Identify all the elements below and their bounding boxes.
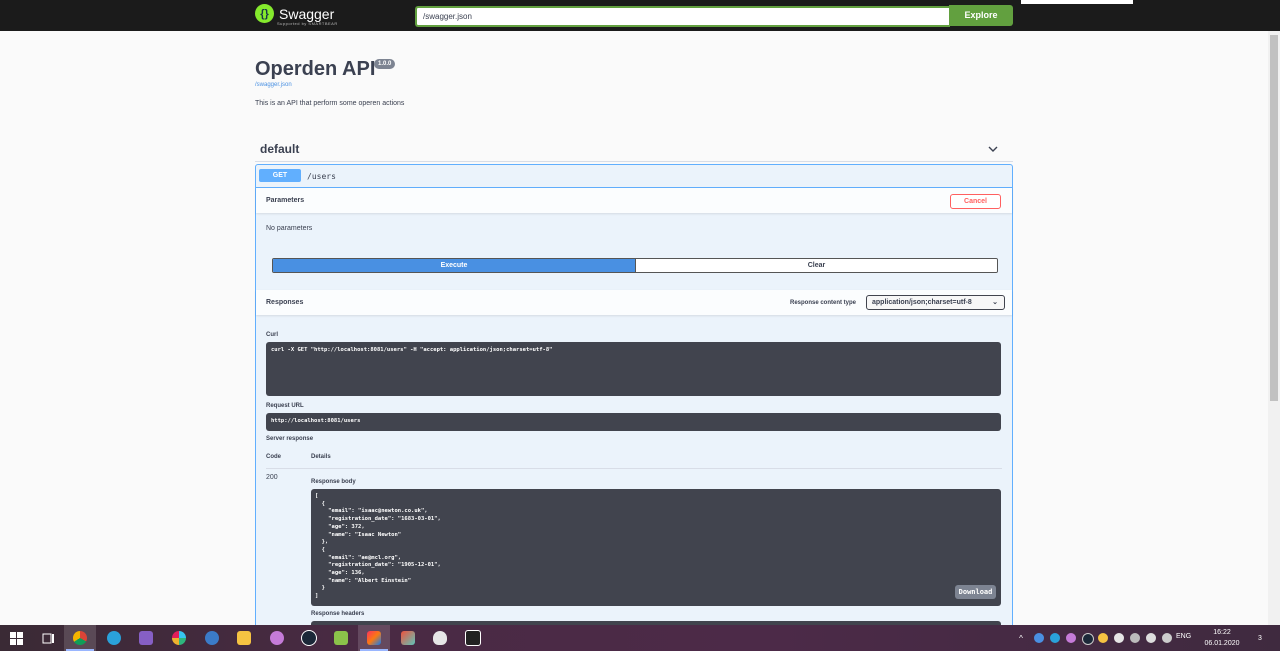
alienware-icon[interactable] xyxy=(424,625,456,651)
tray-power-icon[interactable] xyxy=(1098,633,1108,643)
swagger-logo[interactable]: {} Swagger Supported by SMARTBEAR xyxy=(255,4,337,26)
content-type-value: application/json;charset=utf-8 xyxy=(872,299,972,306)
response-body-block[interactable]: [ { "email": "isaac@newton.co.uk", "regi… xyxy=(311,489,1001,606)
api-title: Operden API xyxy=(255,58,376,80)
task-view-icon[interactable] xyxy=(32,625,64,651)
windows-start-icon[interactable] xyxy=(0,625,32,651)
clear-button[interactable]: Clear xyxy=(635,259,997,272)
download-button[interactable]: Download xyxy=(955,585,996,599)
explore-button[interactable]: Explore xyxy=(949,5,1013,26)
logo-text: Swagger xyxy=(279,5,335,22)
tray-app-icon[interactable] xyxy=(1034,633,1044,643)
telegram-icon[interactable] xyxy=(98,625,130,651)
request-url: http://localhost:8081/users xyxy=(271,418,361,424)
language-indicator[interactable]: ENG xyxy=(1176,633,1191,640)
taskbar-clock[interactable]: 16:22 06.01.2020 xyxy=(1198,627,1246,649)
tray-app2-icon[interactable] xyxy=(1066,633,1076,643)
logo-subtitle: Supported by SMARTBEAR xyxy=(277,21,338,26)
curl-command: curl -X GET "http://localhost:8081/users… xyxy=(271,347,553,353)
operation-body: Parameters Cancel No parameters Execute … xyxy=(256,187,1012,636)
version-badge: 1.0.0 xyxy=(374,59,396,69)
parameters-title: Parameters xyxy=(266,197,305,204)
execute-button[interactable]: Execute xyxy=(273,259,635,272)
chevron-down-icon: ⌄ xyxy=(992,299,998,306)
content-type-select[interactable]: application/json;charset=utf-8 ⌄ xyxy=(866,295,1005,310)
network-icon[interactable] xyxy=(1146,633,1156,643)
parameters-header: Parameters Cancel xyxy=(256,188,1012,213)
clock-date: 06.01.2020 xyxy=(1204,640,1240,647)
tray-steam-icon[interactable] xyxy=(1082,633,1094,645)
chrome-icon[interactable] xyxy=(64,625,96,651)
scrollbar-thumb[interactable] xyxy=(1270,35,1278,401)
curl-code-block[interactable]: curl -X GET "http://localhost:8081/users… xyxy=(266,342,1001,396)
spec-url-input[interactable]: /swagger.json xyxy=(415,6,950,27)
request-url-label: Request URL xyxy=(266,403,304,409)
spec-link[interactable]: /swagger.json xyxy=(255,82,292,88)
notifications-icon[interactable]: 3 xyxy=(1250,625,1270,651)
visual-studio-icon[interactable] xyxy=(130,625,162,651)
cancel-button[interactable]: Cancel xyxy=(950,194,1001,209)
swagger-logo-icon: {} xyxy=(255,4,274,23)
7zip-icon[interactable] xyxy=(457,625,489,651)
tag-default-title[interactable]: default xyxy=(260,142,299,156)
tray-usb-icon[interactable] xyxy=(1114,633,1124,643)
responses-header: Responses Response content type applicat… xyxy=(256,290,1012,315)
intellij-icon[interactable] xyxy=(358,625,390,651)
responses-title: Responses xyxy=(266,299,304,306)
notepad-plus-plus-icon[interactable] xyxy=(325,625,357,651)
chevron-down-icon[interactable] xyxy=(987,143,999,155)
app-icon[interactable] xyxy=(261,625,293,651)
status-code: 200 xyxy=(266,474,278,481)
server-response-label: Server response xyxy=(266,436,314,442)
notification-count: 3 xyxy=(1258,634,1262,642)
curl-label: Curl xyxy=(266,332,278,338)
api-description: This is an API that perform some operen … xyxy=(255,100,405,107)
slack-icon[interactable] xyxy=(163,625,195,651)
code-column-header: Code xyxy=(266,454,281,460)
page-scrollbar[interactable] xyxy=(1268,31,1280,625)
qbittorrent-icon[interactable] xyxy=(196,625,228,651)
tray-telegram-icon[interactable] xyxy=(1050,633,1060,643)
git-kraken-icon[interactable] xyxy=(392,625,424,651)
operation-get-users: GET /users Parameters Cancel No paramete… xyxy=(255,164,1013,636)
request-url-block[interactable]: http://localhost:8081/users xyxy=(266,413,1001,431)
method-badge[interactable]: GET xyxy=(259,169,301,182)
file-explorer-icon[interactable] xyxy=(228,625,260,651)
tray-monitor-icon[interactable] xyxy=(1130,633,1140,643)
show-hidden-icons-icon[interactable]: ^ xyxy=(1015,625,1027,651)
response-body-label: Response body xyxy=(311,479,356,485)
windows-taskbar: ^ ENG 16:22 06.01.2020 3 xyxy=(0,625,1280,651)
swagger-topbar: {} Swagger Supported by SMARTBEAR /swagg… xyxy=(0,0,1280,31)
cloud-icon[interactable] xyxy=(1162,633,1172,643)
response-body-json: [ { "email": "isaac@newton.co.uk", "regi… xyxy=(315,493,441,600)
no-parameters-text: No parameters xyxy=(266,225,313,232)
execute-button-group: Execute Clear xyxy=(272,258,998,273)
response-table-divider xyxy=(266,468,1002,469)
details-column-header: Details xyxy=(311,454,331,460)
tag-divider xyxy=(255,161,1013,162)
steam-icon[interactable] xyxy=(293,625,325,651)
topbar-overlay xyxy=(1021,0,1133,4)
operation-path[interactable]: /users xyxy=(307,172,336,181)
response-headers-label: Response headers xyxy=(311,611,365,617)
clock-time: 16:22 xyxy=(1213,629,1231,636)
content-type-label: Response content type xyxy=(790,300,857,306)
